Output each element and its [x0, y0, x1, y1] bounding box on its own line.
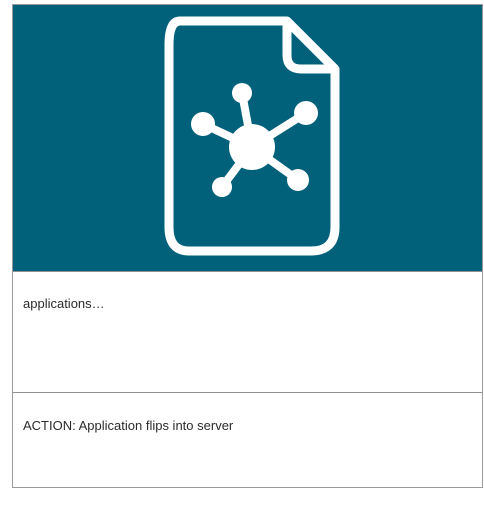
action-text: ACTION: Application flips into server	[23, 418, 234, 433]
storyboard-card: applications… ACTION: Application flips …	[12, 4, 483, 488]
action-section: ACTION: Application flips into server	[13, 393, 482, 487]
network-document-icon	[164, 16, 340, 256]
caption-section: applications…	[13, 271, 482, 393]
caption-text: applications…	[23, 296, 105, 311]
hero-panel	[13, 5, 482, 271]
